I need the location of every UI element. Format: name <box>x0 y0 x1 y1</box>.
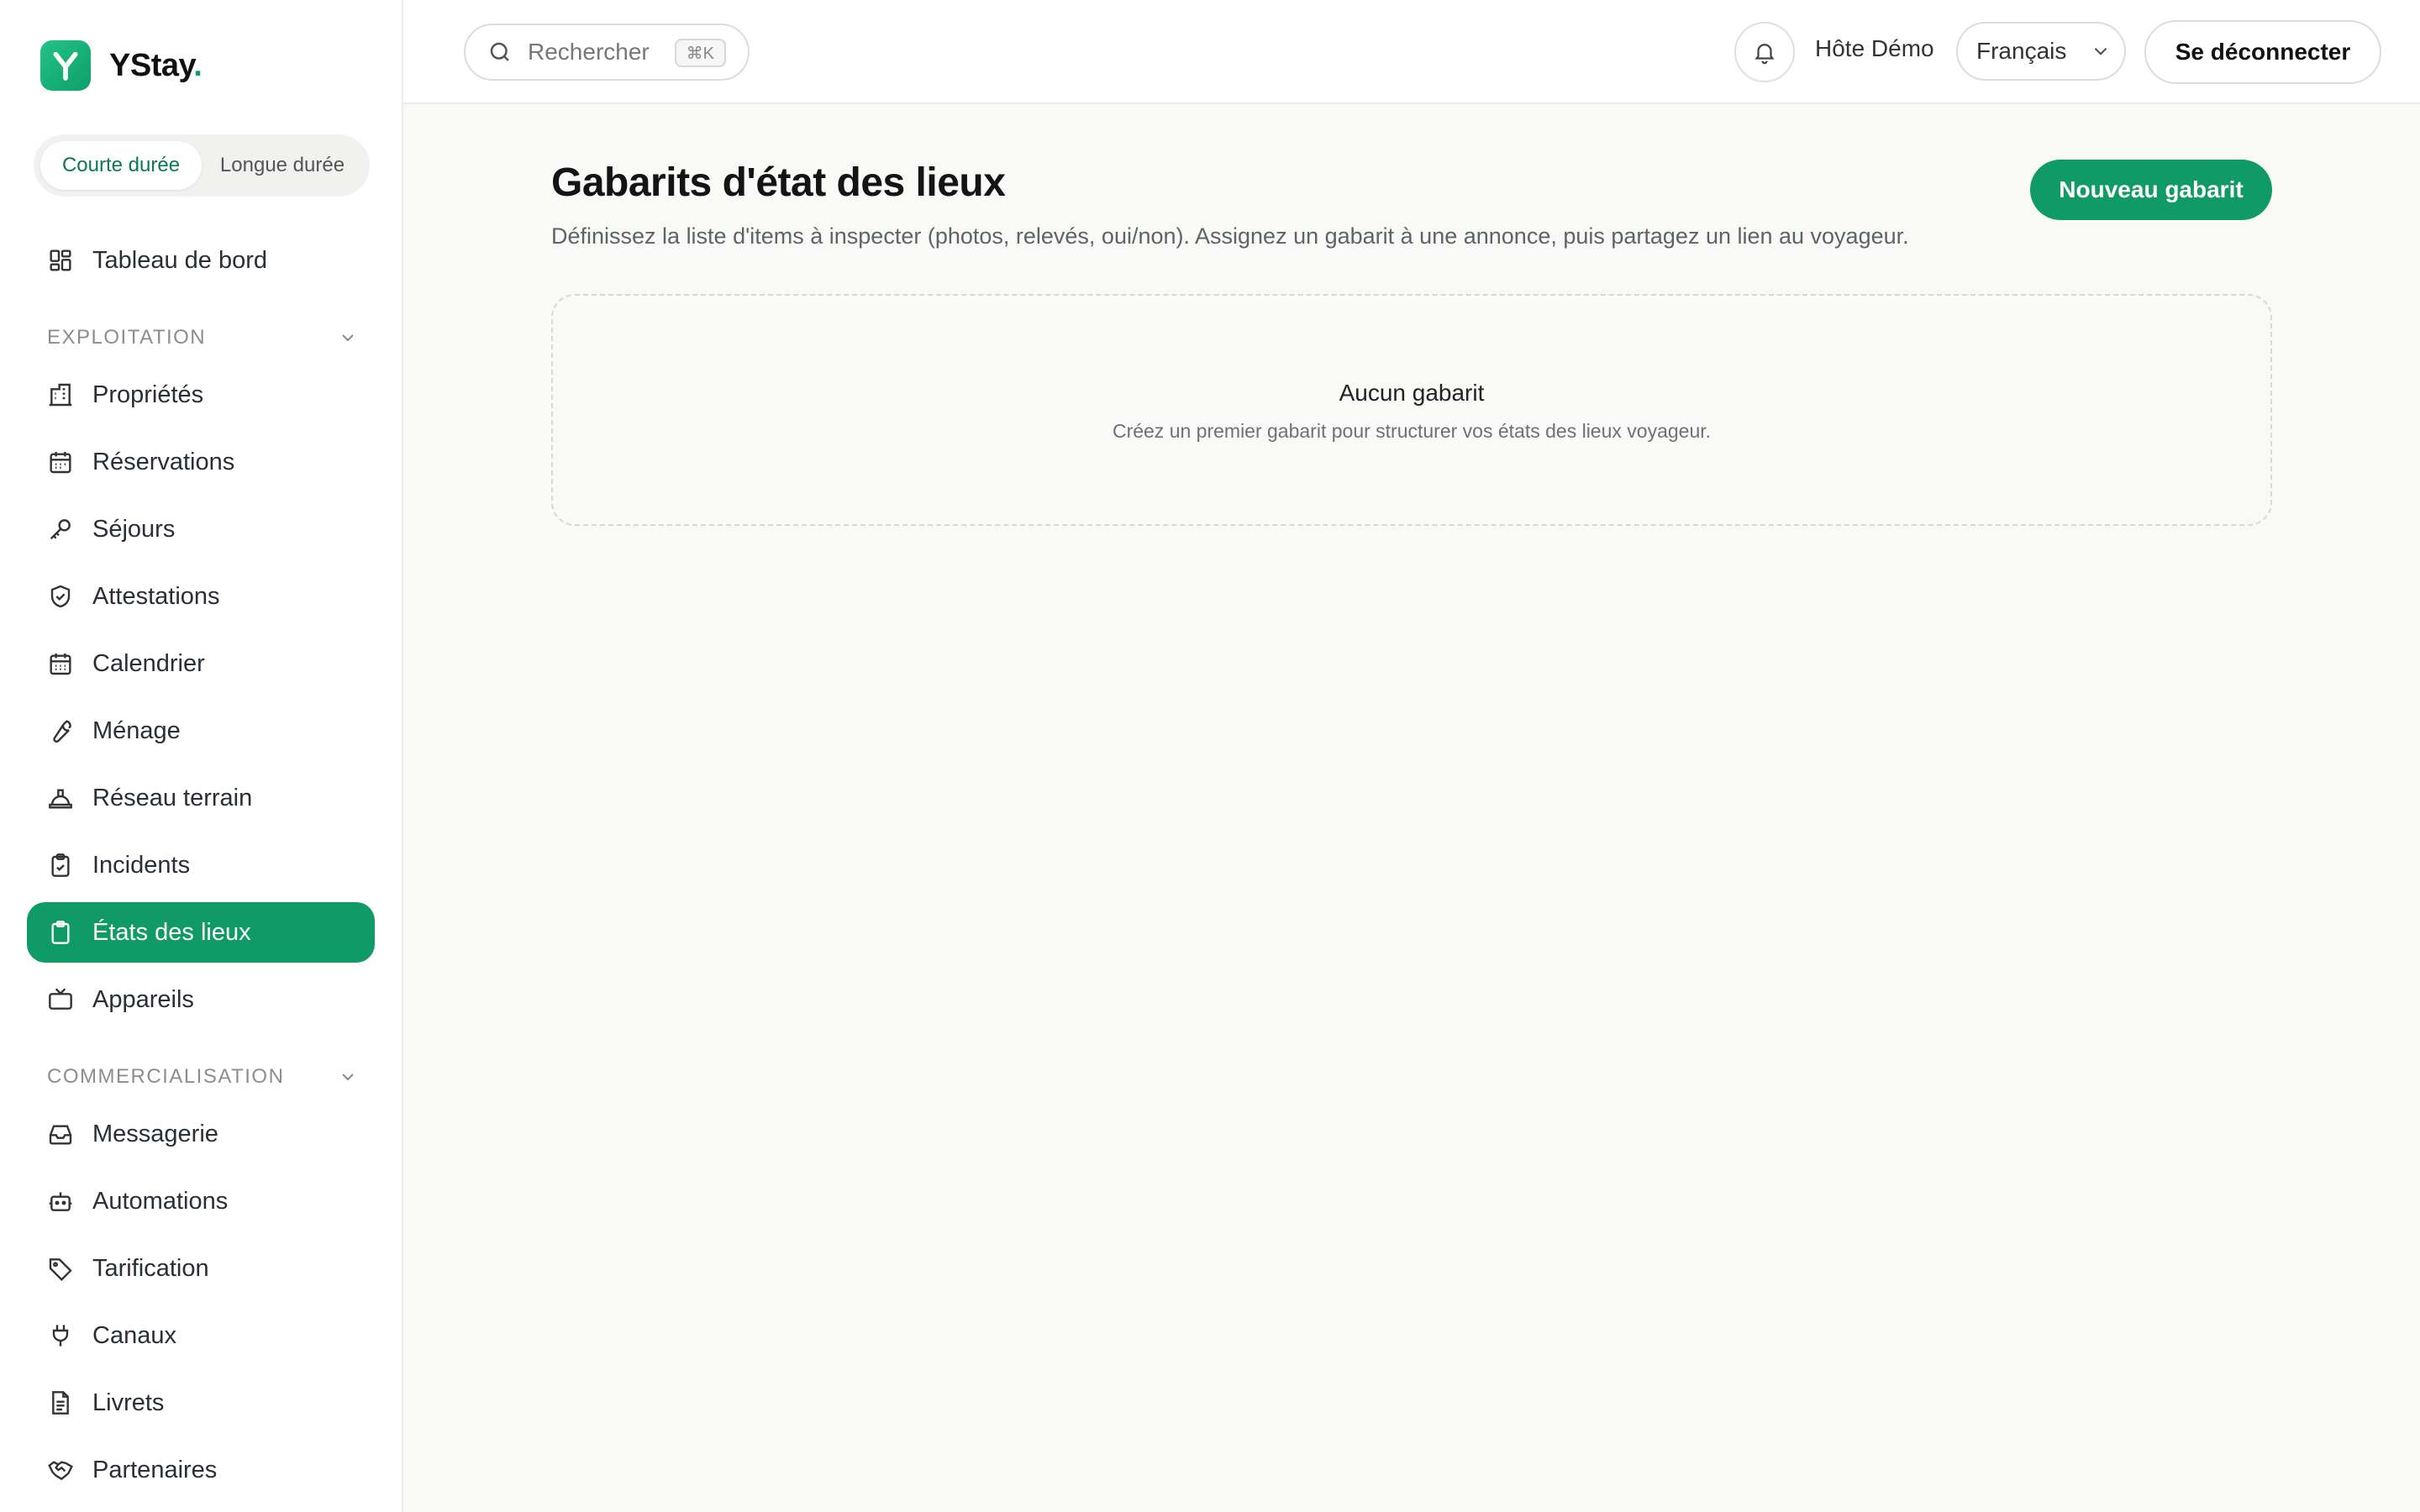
sidebar-item-devices[interactable]: Appareils <box>27 969 375 1030</box>
sidebar-item-automations[interactable]: Automations <box>27 1171 375 1231</box>
sidebar-item-reservations[interactable]: Réservations <box>27 432 375 492</box>
sidebar-item-label: Ménage <box>92 717 181 744</box>
notifications-button[interactable] <box>1734 22 1795 82</box>
bell-icon <box>1754 44 1775 65</box>
inbox-icon <box>47 1121 74 1147</box>
search-shortcut: ⌘K <box>674 39 726 67</box>
sidebar-item-label: Automations <box>92 1187 229 1215</box>
section-exploitation[interactable]: EXPLOITATION <box>47 321 358 354</box>
dashboard-icon <box>47 247 74 274</box>
logout-button[interactable]: Se déconnecter <box>2144 20 2381 84</box>
handshake-icon <box>47 1457 74 1483</box>
mode-short-term-button[interactable]: Courte durée <box>40 141 202 190</box>
sidebar-item-label: Incidents <box>92 851 191 879</box>
calendar-icon <box>47 449 74 475</box>
sidebar-item-properties[interactable]: Propriétés <box>27 365 375 425</box>
brand-name: YStay. <box>109 47 203 83</box>
clipboard-icon <box>47 919 74 946</box>
sidebar-item-dashboard[interactable]: Tableau de bord <box>27 230 375 291</box>
sidebar-item-pricing[interactable]: Tarification <box>27 1238 375 1299</box>
bot-icon <box>47 1188 74 1215</box>
search-icon <box>490 42 509 61</box>
sidebar-item-incidents[interactable]: Incidents <box>27 835 375 895</box>
mode-long-term-button[interactable]: Longue durée <box>202 141 363 190</box>
sidebar-item-inventory[interactable]: États des lieux <box>27 902 375 963</box>
sidebar-item-label: Attestations <box>92 582 220 610</box>
sidebar-item-calendar[interactable]: Calendrier <box>27 633 375 694</box>
search-placeholder: Rechercher <box>528 39 650 65</box>
empty-state-title: Aucun gabarit <box>1339 380 1485 406</box>
sidebar-item-label: Canaux <box>92 1321 176 1349</box>
tv-icon <box>47 986 74 1013</box>
empty-state-subtitle: Créez un premier gabarit pour structurer… <box>1112 420 1712 442</box>
sidebar-item-guidebooks[interactable]: Livrets <box>27 1373 375 1433</box>
sidebar-item-stays[interactable]: Séjours <box>27 499 375 559</box>
language-value: Français <box>1976 38 2067 64</box>
sidebar-item-messaging[interactable]: Messagerie <box>27 1104 375 1164</box>
building-icon <box>47 381 74 408</box>
sidebar-item-attestations[interactable]: Attestations <box>27 566 375 627</box>
sidebar: YStay. Courte durée Longue durée Tableau… <box>0 0 403 1512</box>
sidebar-item-field-network[interactable]: Réseau terrain <box>27 768 375 828</box>
sidebar-item-label: Séjours <box>92 515 176 543</box>
clipboard-check-icon <box>47 852 74 879</box>
shield-check-icon <box>47 583 74 610</box>
chevron-down-icon <box>342 1074 354 1081</box>
hard-hat-icon <box>47 785 74 811</box>
wrench-icon <box>47 717 74 744</box>
sidebar-item-label: Messagerie <box>92 1120 218 1147</box>
sidebar-item-label: Appareils <box>92 985 194 1013</box>
sidebar-item-cleaning[interactable]: Ménage <box>27 701 375 761</box>
user-name: Hôte Démo <box>1815 35 1934 61</box>
page-subtitle: Définissez la liste d'items à inspecter … <box>551 223 1909 249</box>
new-template-button[interactable]: Nouveau gabarit <box>2030 160 2272 220</box>
rental-mode-toggle: Courte durée Longue durée <box>34 134 370 197</box>
sidebar-item-channels[interactable]: Canaux <box>27 1305 375 1366</box>
key-icon <box>47 516 74 543</box>
sidebar-item-label: Tarification <box>92 1254 209 1282</box>
sidebar-item-label: Livrets <box>92 1389 165 1416</box>
brand-logo-icon <box>40 40 91 91</box>
page-title: Gabarits d'état des lieux <box>551 160 1006 205</box>
sidebar-item-label: Réservations <box>92 448 235 475</box>
language-select[interactable]: Français <box>1956 22 2126 81</box>
sidebar-item-label: Partenaires <box>92 1456 218 1483</box>
sidebar-item-label: Réseau terrain <box>92 784 253 811</box>
sidebar-item-label: Calendrier <box>92 649 205 677</box>
sidebar-item-partners[interactable]: Partenaires <box>27 1440 375 1500</box>
sidebar-item-label: États des lieux <box>92 918 251 946</box>
plug-icon <box>47 1322 74 1349</box>
brand[interactable]: YStay. <box>40 40 203 91</box>
calendar-icon <box>47 650 74 677</box>
sidebar-item-label: Propriétés <box>92 381 204 408</box>
search-input[interactable]: Rechercher ⌘K <box>464 24 750 81</box>
document-icon <box>47 1389 74 1416</box>
section-commercialisation[interactable]: COMMERCIALISATION <box>47 1060 358 1094</box>
chevron-down-icon <box>342 334 354 342</box>
empty-state: Aucun gabarit Créez un premier gabarit p… <box>551 294 2272 526</box>
top-bar: Rechercher ⌘K Hôte Démo Français Se déco… <box>403 0 2420 104</box>
sidebar-item-label: Tableau de bord <box>92 246 267 274</box>
tag-icon <box>47 1255 74 1282</box>
chevron-down-icon <box>2095 47 2107 55</box>
